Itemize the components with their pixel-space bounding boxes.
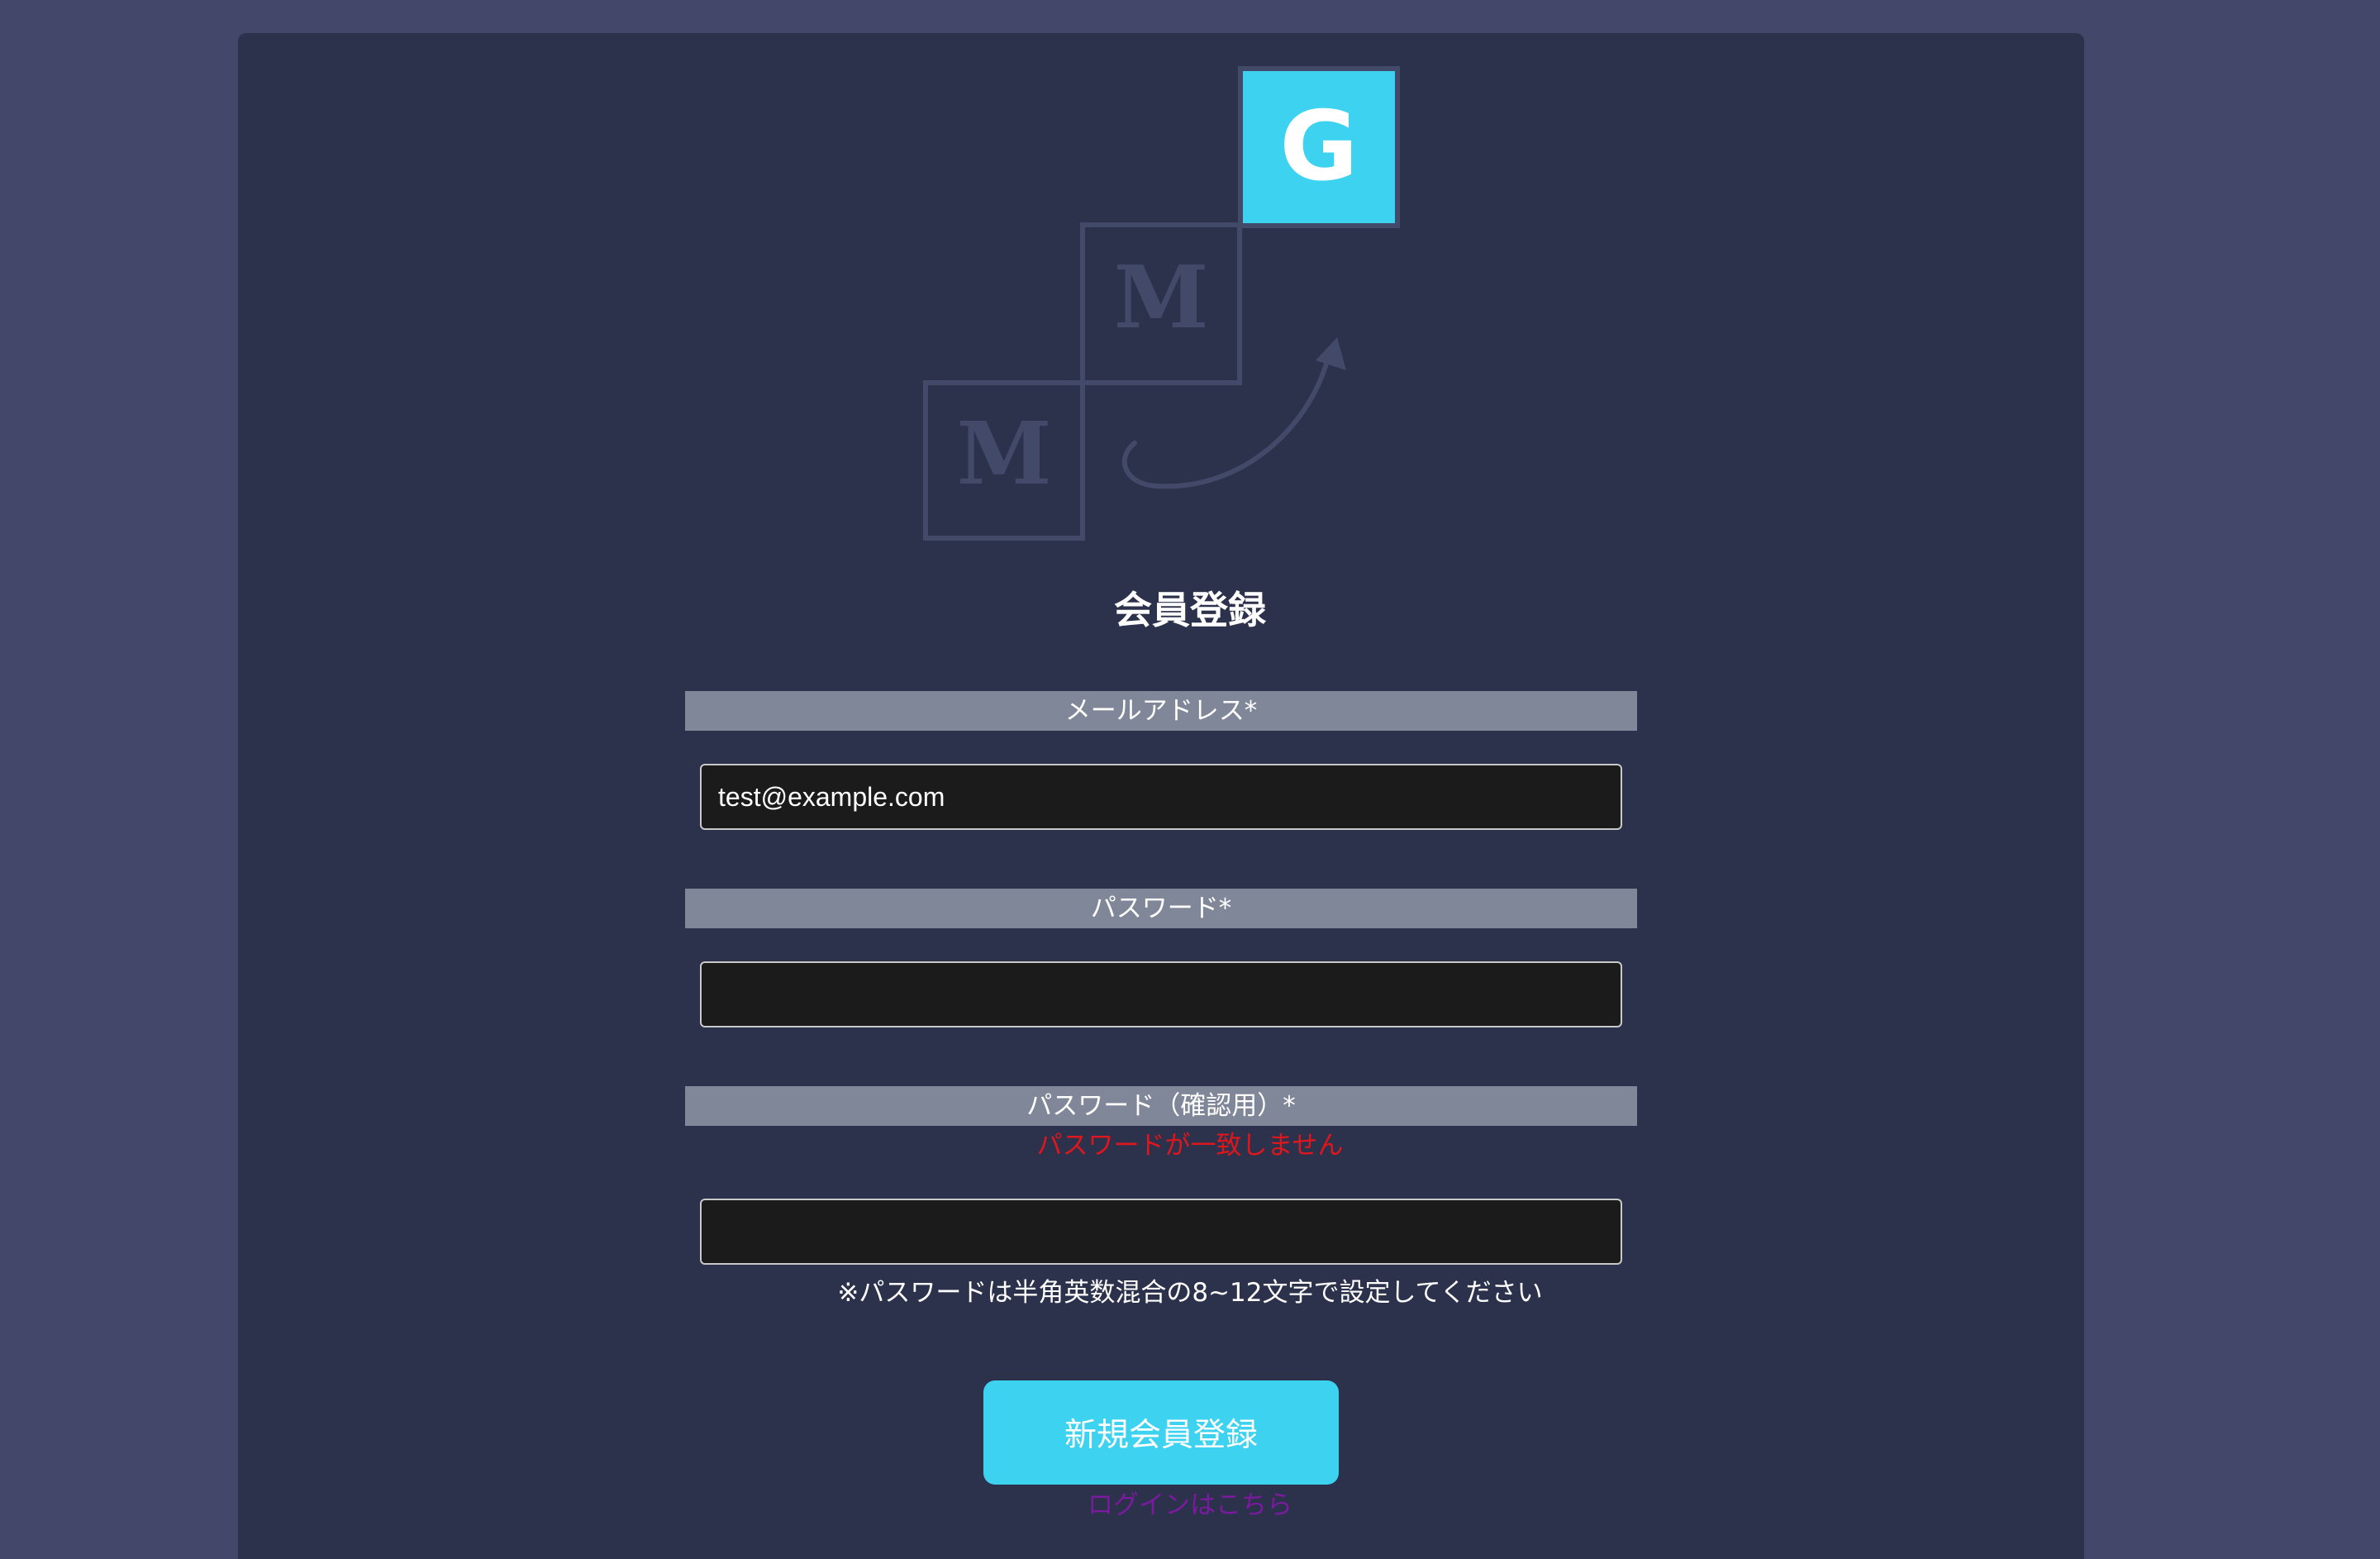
svg-text:M: M [1113, 246, 1208, 348]
password-mismatch-error: パスワードが一致しません [1036, 1131, 1344, 1161]
svg-text:G: G [1279, 91, 1358, 203]
arrow-head-icon [1316, 337, 1346, 370]
logo-tile-g: G [1238, 66, 1400, 228]
logo-tile-m-middle: M [1080, 222, 1242, 385]
arrow-icon [1121, 351, 1331, 489]
email-label: メールアドレス* [685, 691, 1637, 731]
mmg-logo: M M G [923, 66, 1400, 541]
password-label: パスワード* [685, 889, 1637, 928]
logo-tile-m-bottom: M [923, 380, 1085, 541]
login-link[interactable]: ログインはこちら [0, 1485, 2380, 1526]
page-title: 会員登録 [1114, 588, 1266, 632]
register-button[interactable]: 新規会員登録 [983, 1380, 1339, 1485]
svg-text:M: M [956, 403, 1051, 504]
password-hint: ※パスワードは半角英数混合の8~12文字で設定してください [837, 1278, 1543, 1308]
password-confirm-label: パスワード（確認用）* [685, 1086, 1637, 1126]
password-confirm-field[interactable] [700, 1199, 1622, 1265]
password-field[interactable] [700, 961, 1622, 1027]
email-field[interactable] [700, 764, 1622, 830]
